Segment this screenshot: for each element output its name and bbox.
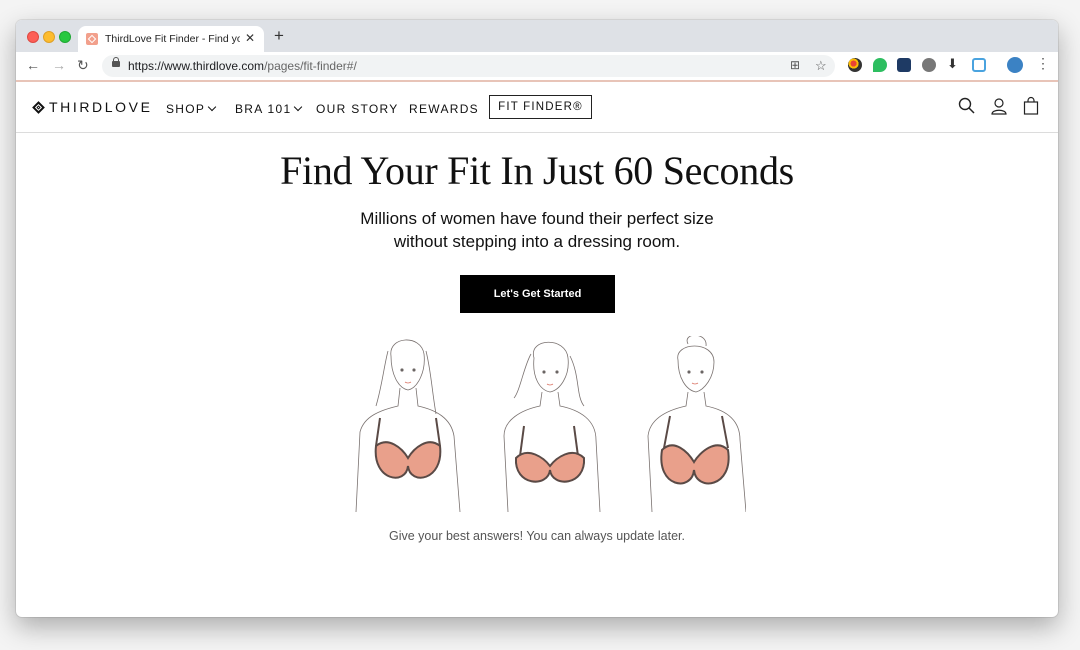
bra-figures-illustration — [355, 336, 746, 512]
nav-our-story[interactable]: OUR STORY — [316, 102, 399, 116]
extension-camera-icon[interactable] — [897, 58, 911, 72]
maximize-window-button[interactable] — [59, 31, 71, 43]
url-host: https://www.thirdlove.com — [128, 59, 265, 73]
search-icon[interactable] — [957, 96, 977, 116]
logo-text: THIRDLOVE — [49, 99, 153, 115]
page-title: Find Your Fit In Just 60 Seconds — [280, 148, 794, 193]
address-bar[interactable]: https://www.thirdlove.com/pages/fit-find… — [102, 55, 835, 77]
close-window-button[interactable] — [27, 31, 39, 43]
footnote-text: Give your best answers! You can always u… — [388, 529, 685, 543]
reload-icon[interactable]: ↻ — [77, 57, 89, 74]
nav-bra101[interactable]: BRA 101 — [235, 102, 303, 116]
nav-shop-label: SHOP — [166, 102, 206, 116]
get-started-button[interactable]: Let's Get Started — [460, 275, 615, 313]
tab-title: ThirdLove Fit Finder - Find your — [105, 33, 240, 45]
tab-strip: ThirdLove Fit Finder - Find your ✕ + — [16, 20, 1058, 52]
nav-shop[interactable]: SHOP — [166, 102, 217, 116]
page-subtitle: Millions of women have found their perfe… — [16, 207, 1058, 253]
bookmark-star-icon[interactable]: ☆ — [815, 58, 827, 74]
evernote-icon[interactable] — [873, 58, 887, 72]
extension-color-icon[interactable] — [848, 58, 862, 72]
minimize-window-button[interactable] — [43, 31, 55, 43]
figure-illustration-2 — [503, 341, 601, 512]
subtitle-line-1: Millions of women have found their perfe… — [360, 209, 714, 228]
thirdlove-favicon-icon — [86, 33, 98, 45]
chevron-down-icon — [294, 102, 303, 112]
chevron-down-icon — [207, 102, 217, 112]
logo-diamond-icon — [32, 100, 45, 114]
account-icon[interactable] — [989, 96, 1009, 116]
figure-illustration-3 — [647, 336, 746, 512]
browser-window: ThirdLove Fit Finder - Find your ✕ + ← →… — [16, 20, 1058, 617]
fit-finder-button[interactable]: FIT FINDER® — [489, 95, 592, 119]
browser-menu-icon[interactable]: ⋮ — [1036, 55, 1050, 71]
subtitle-line-2: without stepping into a dressing room. — [393, 232, 681, 251]
lock-icon — [112, 57, 120, 67]
shopping-bag-icon[interactable] — [1021, 96, 1041, 116]
close-tab-icon[interactable]: ✕ — [245, 31, 255, 45]
extension-square-icon[interactable] — [972, 58, 986, 72]
back-arrow-icon[interactable]: ← — [26, 57, 40, 73]
browser-toolbar: ← → ↻ https://www.thirdlove.com/pages/fi… — [16, 52, 1058, 82]
browser-tab[interactable]: ThirdLove Fit Finder - Find your ✕ — [78, 26, 264, 52]
nav-rewards[interactable]: REWARDS — [409, 102, 479, 116]
site-header: THIRDLOVE SHOP BRA 101 OUR STORY REWARDS… — [16, 82, 1058, 133]
thirdlove-logo[interactable]: THIRDLOVE — [32, 99, 153, 115]
extension-gear-icon[interactable] — [922, 58, 936, 72]
profile-avatar[interactable] — [1007, 57, 1023, 73]
figure-illustration-1 — [355, 339, 461, 512]
download-icon[interactable]: ⬇ — [947, 56, 961, 71]
new-tab-icon[interactable]: + — [274, 26, 284, 46]
url-path: /pages/fit-finder#/ — [264, 59, 357, 73]
nav-bra101-label: BRA 101 — [235, 102, 292, 116]
url-text: https://www.thirdlove.com/pages/fit-find… — [128, 59, 357, 73]
forward-arrow-icon[interactable]: → — [52, 57, 66, 73]
translate-icon[interactable]: ⊞ — [790, 58, 800, 72]
